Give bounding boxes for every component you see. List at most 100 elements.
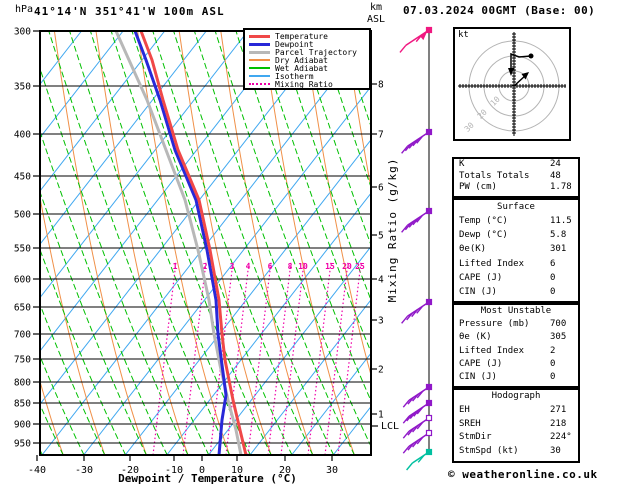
table-row: θe(K) 301 [454, 242, 578, 256]
wet-adiabat-line [48, 31, 210, 455]
copyright: © weatheronline.co.uk [448, 468, 598, 481]
indices-table: Surface Temp (°C) 11.5 Dewp (°C) 5.8 θe(K) 301… [452, 198, 580, 303]
row-label: StmDir [459, 432, 492, 443]
mixing-ratio-label: 10 [298, 262, 308, 271]
row-label: Lifted Index [459, 258, 525, 269]
wind-barb [399, 26, 433, 53]
mixing-ratio-label: 25 [355, 262, 365, 271]
wet-adiabat-line [0, 31, 1, 455]
row-label: SREH [459, 418, 481, 429]
mixing-ratio-label: 15 [325, 262, 335, 271]
legend-swatch [249, 34, 270, 38]
row-value: 6 [550, 258, 556, 269]
row-label: Lifted Index [459, 345, 525, 356]
row-label: K [459, 159, 465, 169]
table-row: Totals Totals 48 [454, 171, 578, 183]
wind-barb-level-marker [425, 383, 433, 391]
table-row: CAPE (J) 0 [454, 271, 578, 285]
indices-table: Hodograph EH 271 SREH 218 StmDir 224° StmSpd (k… [452, 388, 580, 463]
table-row: θe (K) 305 [454, 331, 578, 344]
row-value: 305 [550, 332, 567, 343]
row-label: Pressure (mb) [459, 319, 530, 330]
km-tick-label: 7 [378, 130, 384, 141]
pressure-tick-label: 450 [14, 172, 31, 183]
row-label: θe(K) [459, 244, 487, 255]
row-value: 0 [550, 286, 556, 297]
row-value: 2 [550, 345, 556, 356]
table-row: SREH 218 [454, 418, 578, 432]
pressure-tick-label: 650 [14, 303, 31, 314]
dewpoint-curve [133, 30, 228, 456]
km-tick-label: 4 [378, 275, 384, 286]
table-row: CIN (J) 0 [454, 371, 578, 384]
table-row: K 24 [454, 159, 578, 171]
pressure-tick-label: 900 [14, 420, 31, 431]
row-label: CIN (J) [459, 371, 497, 382]
row-value: 30 [550, 446, 561, 457]
table-row: StmSpd (kt) 30 [454, 445, 578, 459]
pressure-tick-label: 400 [14, 130, 31, 141]
wind-barb [401, 128, 433, 154]
wind-barb-column [399, 26, 433, 471]
temp-tick-label: -40 [28, 465, 46, 476]
table-row: Lifted Index 6 [454, 257, 578, 271]
row-value: 1.78 [550, 182, 572, 193]
km-tick-label: 2 [378, 365, 384, 376]
legend-label: Mixing Ratio [275, 79, 333, 89]
legend-swatch [249, 67, 270, 69]
km-tick-label: 1 [378, 410, 384, 421]
row-label: CAPE (J) [459, 272, 503, 283]
lcl-label: LCL [381, 421, 399, 432]
table-row: Pressure (mb) 700 [454, 318, 578, 331]
isotherm-line [124, 139, 371, 455]
table-row: Temp (°C) 11.5 [454, 214, 578, 228]
wind-barb-level-marker [425, 448, 433, 456]
wind-barb-level-marker [425, 207, 433, 215]
isotherm-line [40, 31, 332, 406]
pressure-tick-label: 550 [14, 244, 31, 255]
temp-tick-label: -30 [75, 465, 93, 476]
row-value: 271 [550, 404, 567, 415]
temp-tick-label: 30 [326, 465, 338, 476]
row-value: 0 [550, 272, 556, 283]
x-axis-label: Dewpoint / Temperature (°C) [118, 472, 297, 485]
row-label: CIN (J) [459, 286, 497, 297]
row-value: 224° [550, 432, 572, 443]
row-label: CAPE (J) [459, 358, 503, 369]
pressure-tick-label: 700 [14, 330, 31, 341]
isotherm-line [83, 85, 371, 455]
table-row: StmDir 224° [454, 431, 578, 445]
wind-barb [401, 298, 433, 324]
altitude-unit-asl: ASL [367, 14, 386, 25]
legend-box: Temperature Dewpoint Parcel Trajectory Dry … [243, 28, 371, 90]
wet-adiabat-line [297, 31, 371, 247]
table-row: Dewp (°C) 5.8 [454, 228, 578, 242]
indices-table: Most Unstable Pressure (mb) 700 θe (K) 305 Li… [452, 303, 580, 388]
wind-barb-level-marker [425, 414, 433, 422]
skewt-app: 1 2 3 4 6 8 10 15 20 25 300 350 400 450 500 550 600 650 7… [0, 0, 629, 486]
sounding-curves [114, 30, 248, 456]
pressure-unit-label: hPa [15, 4, 34, 15]
indices-table: K 24 Totals Totals 48 PW (cm) 1.78 [452, 157, 580, 198]
legend-swatch [249, 75, 270, 77]
wet-adiabat-line [40, 354, 85, 455]
table-row: EH 271 [454, 404, 578, 418]
row-value: 24 [550, 159, 561, 169]
wet-adiabat-line [131, 31, 293, 455]
row-label: StmSpd (kt) [459, 446, 519, 457]
table-row: CIN (J) 0 [454, 285, 578, 299]
km-tick-label: 5 [378, 231, 384, 242]
table-header: Most Unstable [480, 306, 552, 316]
wind-barb [406, 448, 433, 471]
mixing-ratio-label: 1 [173, 262, 178, 271]
row-label: Totals Totals [459, 170, 530, 181]
table-row: CAPE (J) 0 [454, 358, 578, 371]
parcel-trajectory-curve [114, 30, 243, 456]
legend-swatch [249, 50, 270, 54]
pressure-tick-label: 300 [14, 27, 31, 38]
row-label: θe (K) [459, 332, 492, 343]
row-value: 700 [550, 319, 567, 330]
wet-adiabat-line [193, 31, 355, 455]
table-header: Hodograph [491, 391, 541, 401]
dry-adiabat-line [40, 379, 64, 455]
